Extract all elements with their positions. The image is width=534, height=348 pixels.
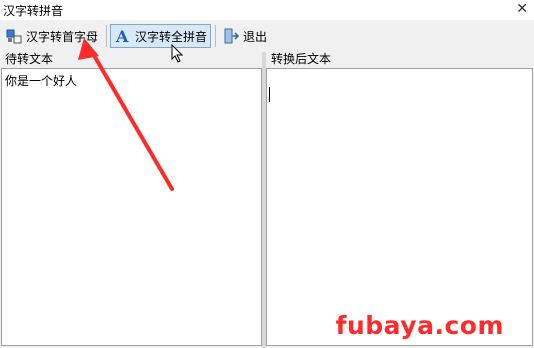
to-full-pinyin-button[interactable]: A 汉字转全拼音 <box>110 24 211 48</box>
source-textarea[interactable]: 你是一个好人 <box>1 68 262 346</box>
exit-door-icon <box>223 28 239 44</box>
result-textarea[interactable] <box>266 68 533 346</box>
svg-text:A: A <box>115 28 129 44</box>
watermark: fubaya.com <box>335 311 504 340</box>
title-bar: 汉字转拼音 ✕ <box>0 0 534 20</box>
exit-button[interactable]: 退出 <box>219 24 271 48</box>
to-full-pinyin-label: 汉字转全拼音 <box>135 29 208 44</box>
exit-label: 退出 <box>243 29 268 44</box>
close-icon[interactable]: ✕ <box>516 1 528 17</box>
to-initials-label: 汉字转首字母 <box>26 29 99 44</box>
window-title: 汉字转拼音 <box>3 4 64 18</box>
toolbar-separator <box>106 25 107 47</box>
to-initials-button[interactable]: 汉字转首字母 <box>2 24 102 48</box>
mouse-cursor-icon <box>171 44 184 63</box>
toolbar: 汉字转首字母 A 汉字转全拼音 退出 <box>0 20 534 52</box>
converted-text-header: 转换后文本 <box>271 52 332 66</box>
source-text: 你是一个好人 <box>5 74 78 88</box>
letter-a-icon: A <box>115 28 131 44</box>
toolbar-separator <box>215 25 216 47</box>
source-text-header: 待转文本 <box>5 52 54 66</box>
text-caret <box>269 87 270 102</box>
initials-icon <box>6 28 22 44</box>
